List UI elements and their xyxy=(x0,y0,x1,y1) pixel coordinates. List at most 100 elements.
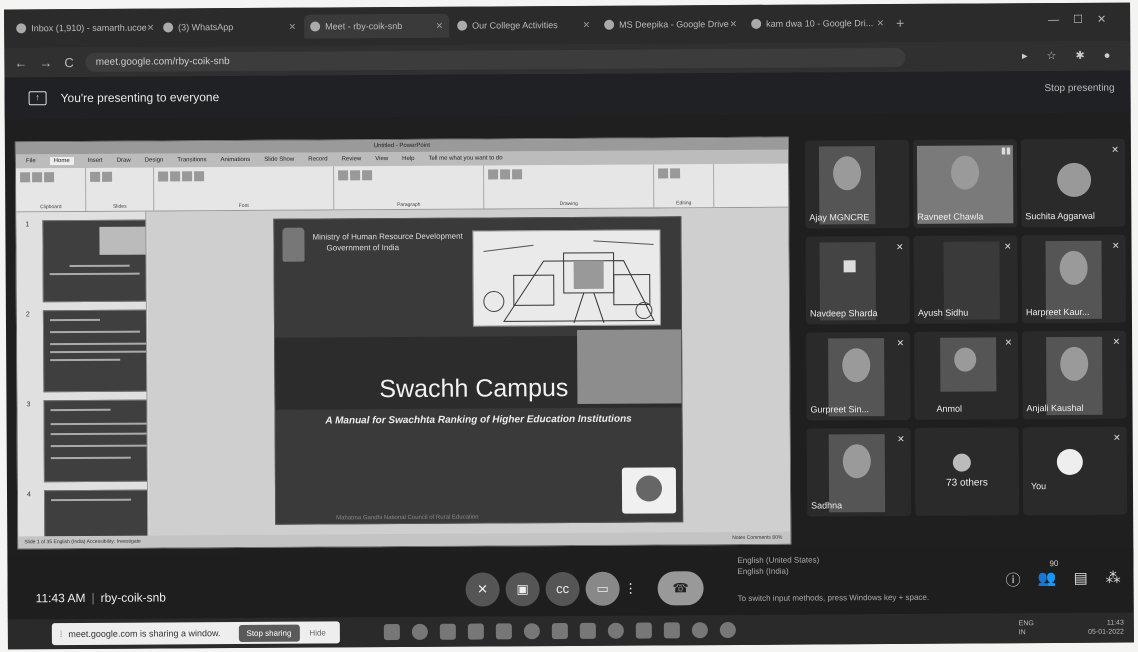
tab-gmail[interactable]: Inbox (1,910) - samarth.ucoe ✕ xyxy=(10,16,155,41)
activities-icon[interactable]: ⁂ xyxy=(1105,569,1120,587)
app-icon[interactable] xyxy=(691,622,708,639)
participant-tile[interactable]: Harpreet Kaur... ✕ xyxy=(1021,234,1126,324)
new-tab-icon[interactable]: + xyxy=(896,15,904,31)
drag-handle-icon[interactable]: ⁞ xyxy=(60,629,63,639)
participant-tile[interactable]: Anmol ✕ xyxy=(914,331,1019,420)
screen-share-notice: ⁞ meet.google.com is sharing a window. S… xyxy=(51,621,340,646)
ppt-menu-design[interactable]: Design xyxy=(145,157,164,163)
participant-tile[interactable]: Ayush Sidhu ✕ xyxy=(913,235,1018,324)
ppt-tell-me[interactable]: Tell me what you want to do xyxy=(428,155,502,161)
people-icon[interactable]: 👥 xyxy=(1037,569,1057,587)
find-icon[interactable] xyxy=(658,168,669,179)
task-view-icon[interactable] xyxy=(439,623,456,640)
hide-button[interactable]: Hide xyxy=(309,628,326,637)
mail-icon[interactable] xyxy=(551,623,568,640)
file-explorer-icon[interactable] xyxy=(579,622,596,639)
quick-styles-icon[interactable] xyxy=(512,169,523,180)
present-button[interactable]: ▭ xyxy=(585,571,620,606)
browser-icon[interactable] xyxy=(607,622,624,639)
ppt-menu-animations[interactable]: Animations xyxy=(220,157,250,163)
url-field[interactable]: meet.google.com/rby-coik-snb xyxy=(85,47,906,72)
ppt-menu-file[interactable]: File xyxy=(26,158,36,164)
tab-whatsapp[interactable]: (3) WhatsApp ✕ xyxy=(157,15,302,40)
slide-thumbnail[interactable]: 2 xyxy=(26,309,149,393)
app-icon[interactable] xyxy=(719,621,736,639)
close-icon[interactable]: ✕ xyxy=(289,21,297,32)
back-icon[interactable]: ← xyxy=(14,55,27,70)
ppt-menu-view[interactable]: View xyxy=(375,156,388,162)
new-slide-icon[interactable] xyxy=(90,171,101,182)
close-icon[interactable]: ✕ xyxy=(877,18,885,29)
shapes-icon[interactable] xyxy=(488,169,499,180)
bold-icon[interactable] xyxy=(158,171,169,182)
ppt-menu-record[interactable]: Record xyxy=(308,156,327,162)
participant-tile[interactable]: Suchita Aggarwal ✕ xyxy=(1020,138,1126,228)
input-method-popup: English (United States) English (India) … xyxy=(737,555,930,603)
reload-icon[interactable]: C xyxy=(64,55,73,70)
participant-tile[interactable]: Anjali Kaushal ✕ xyxy=(1022,330,1127,420)
ppt-menu-slideshow[interactable]: Slide Show xyxy=(264,157,294,163)
current-slide[interactable]: Ministry of Human Resource Development G… xyxy=(273,216,684,525)
ppt-menu-transitions[interactable]: Transitions xyxy=(177,157,206,163)
cut-icon[interactable] xyxy=(32,172,43,183)
tab-drive-deepika[interactable]: MS Deepika - Google Drive ✕ xyxy=(598,12,743,37)
info-icon[interactable]: ⓘ xyxy=(1005,569,1021,590)
ppt-menu-insert[interactable]: Insert xyxy=(88,158,103,164)
window-controls[interactable]: —☐✕ xyxy=(1048,13,1120,26)
participant-tile[interactable]: Gurpreet Sin... ✕ xyxy=(806,331,911,421)
chat-icon[interactable]: ▤ xyxy=(1073,569,1087,587)
slide-thumbnail[interactable]: 3 xyxy=(26,399,149,483)
tab-college-activities[interactable]: Our College Activities ✕ xyxy=(451,13,596,38)
search-icon[interactable] xyxy=(411,623,428,640)
widgets-icon[interactable] xyxy=(467,623,484,640)
windows-start-icon[interactable] xyxy=(383,624,400,641)
ppt-menu-help[interactable]: Help xyxy=(402,156,414,162)
leave-call-button[interactable]: ☎ xyxy=(657,571,704,606)
slide-thumbnail[interactable]: 4 xyxy=(27,489,149,539)
captions-button[interactable]: cc xyxy=(545,571,580,607)
stop-presenting-button[interactable]: Stop presenting xyxy=(1044,83,1114,94)
ppt-menu-home[interactable]: Home xyxy=(49,157,74,166)
close-icon[interactable]: ✕ xyxy=(436,20,444,31)
extension-icons[interactable]: ▸ ☆ ✱ ● xyxy=(1022,49,1118,63)
teams-icon[interactable] xyxy=(495,623,512,640)
self-tile[interactable]: You ✕ xyxy=(1022,426,1128,516)
mic-off-icon: ✕ xyxy=(477,581,489,597)
copy-icon[interactable] xyxy=(44,172,55,183)
replace-icon[interactable] xyxy=(670,168,681,179)
close-icon[interactable]: ✕ xyxy=(583,19,591,30)
forward-icon[interactable]: → xyxy=(39,55,52,70)
system-clock[interactable]: 11:43 05-01-2022 xyxy=(1088,619,1124,637)
avatar xyxy=(952,453,971,472)
mic-toggle-button[interactable]: ✕ xyxy=(465,572,500,607)
more-options-button[interactable]: ⋮ xyxy=(622,572,640,606)
participant-tile[interactable]: Navdeep Sharda ✕ xyxy=(805,235,910,325)
arrange-icon[interactable] xyxy=(500,169,511,180)
align-icon[interactable] xyxy=(362,170,373,181)
stop-sharing-button[interactable]: Stop sharing xyxy=(238,624,300,642)
powerpoint-icon[interactable] xyxy=(635,622,652,639)
language-indicator[interactable]: ENG IN xyxy=(1019,619,1034,637)
ppt-menu-draw[interactable]: Draw xyxy=(117,158,131,164)
participant-tile[interactable]: Sadhna ✕ xyxy=(806,427,912,517)
underline-icon[interactable] xyxy=(182,171,193,182)
layout-icon[interactable] xyxy=(102,171,113,182)
italic-icon[interactable] xyxy=(170,171,181,182)
tab-drive-2[interactable]: kam dwa 10 - Google Dri... ✕ xyxy=(745,11,890,36)
numbering-icon[interactable] xyxy=(350,170,361,181)
participant-tile[interactable]: Ajay MGNCRE xyxy=(804,139,910,229)
bullets-icon[interactable] xyxy=(338,170,349,181)
participant-tile[interactable]: Ravneet Chawla ▮▮ xyxy=(912,139,1018,228)
chrome-icon[interactable] xyxy=(523,623,540,640)
close-icon[interactable]: ✕ xyxy=(730,18,738,29)
ppt-menu-review[interactable]: Review xyxy=(342,156,362,162)
store-icon[interactable] xyxy=(663,622,680,639)
others-tile[interactable]: 73 others xyxy=(914,427,1020,516)
ministry-text: Ministry of Human Resource Development G… xyxy=(312,231,463,253)
slide-thumbnail[interactable]: 1 xyxy=(25,219,149,303)
camera-toggle-button[interactable]: ▣ xyxy=(505,572,540,607)
tab-meet[interactable]: Meet - rby-coik-snb ✕ xyxy=(304,13,450,39)
paste-icon[interactable] xyxy=(20,172,31,183)
close-icon[interactable]: ✕ xyxy=(147,22,155,33)
font-color-icon[interactable] xyxy=(194,171,205,182)
